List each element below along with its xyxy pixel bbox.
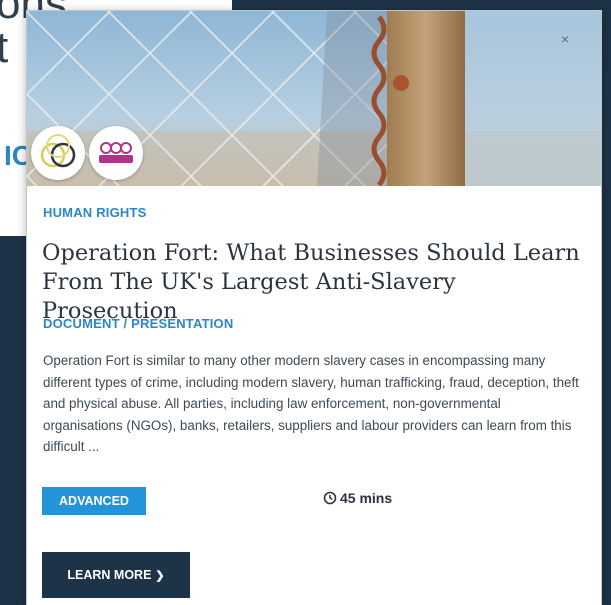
people-group-badge bbox=[89, 126, 143, 180]
hero-image: × bbox=[27, 11, 601, 186]
document-type-label: DOCUMENT / PRESENTATION bbox=[43, 316, 234, 331]
learn-more-button[interactable]: LEARN MORE ❯ bbox=[42, 552, 190, 598]
category-label[interactable]: HUMAN RIGHTS bbox=[43, 205, 147, 220]
clock-icon bbox=[323, 491, 337, 505]
interlocking-rings-icon bbox=[40, 134, 76, 168]
learn-more-label: LEARN MORE bbox=[67, 568, 152, 582]
level-badge: ADVANCED bbox=[42, 487, 146, 515]
resource-title: Operation Fort: What Businesses Should L… bbox=[42, 240, 580, 324]
resource-modal: × HUMAN RIGHTS Operation Fort: What Busi… bbox=[27, 11, 601, 605]
close-button[interactable]: × bbox=[555, 29, 575, 49]
interlocking-rings-badge bbox=[31, 126, 85, 180]
chevron-right-icon: ❯ bbox=[155, 569, 165, 582]
resource-description: Operation Fort is similar to many other … bbox=[43, 353, 579, 454]
duration-text: 45 mins bbox=[340, 490, 393, 506]
people-group-icon bbox=[99, 142, 133, 163]
background-heading-line-2: t bbox=[0, 23, 9, 72]
duration: 45 mins bbox=[323, 490, 392, 506]
